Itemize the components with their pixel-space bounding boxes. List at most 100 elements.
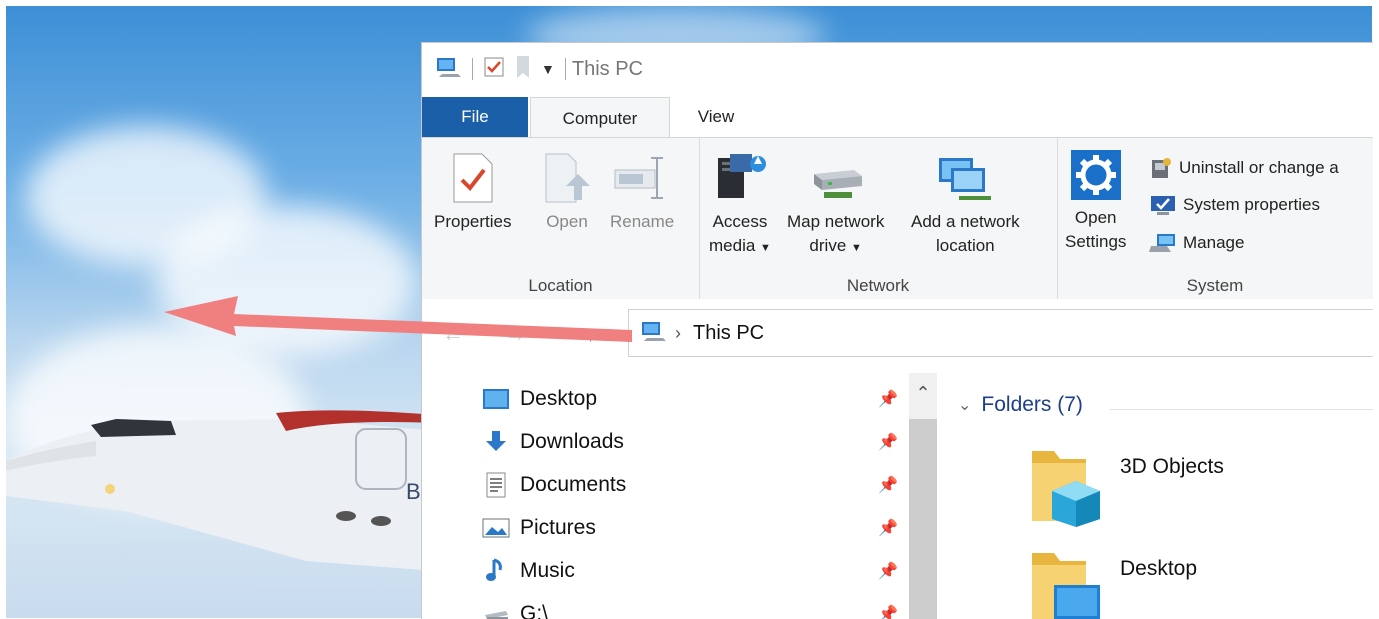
pin-icon[interactable]: 📌: [878, 561, 898, 581]
system-group-label: System: [1186, 276, 1244, 295]
add-network-location-button[interactable]: Add a network location: [911, 152, 1020, 258]
scroll-up-icon[interactable]: ⌃: [909, 373, 937, 413]
nav-item-label: Pictures: [520, 516, 596, 539]
quick-access-toolbar: ▼: [422, 55, 566, 84]
access-media-label-2: media: [709, 236, 756, 255]
pin-icon[interactable]: 📌: [878, 432, 898, 452]
folder-tile-3d-objects[interactable]: 3D Objects: [1030, 447, 1224, 527]
3d-objects-folder-icon: [1032, 451, 1100, 527]
back-forward-arrows: ← → ↑: [442, 321, 595, 347]
folders-section-title: Folders (7): [981, 393, 1083, 416]
rename-button[interactable]: Rename: [610, 152, 674, 234]
map-network-drive-label-1: Map network: [787, 212, 885, 231]
pin-icon[interactable]: 📌: [878, 475, 898, 495]
properties-check-icon[interactable]: [483, 56, 505, 83]
uninstall-icon: [1152, 158, 1171, 178]
ribbon-group-location: Properties Open Rename Location: [422, 138, 700, 300]
content-pane: ⌄ Folders (7) 3D Objects Desktop: [938, 367, 1373, 619]
add-network-location-label-2: location: [936, 236, 995, 255]
map-network-drive-label-2: drive: [809, 236, 847, 255]
open-settings-button[interactable]: Open Settings: [1065, 150, 1126, 254]
properties-button[interactable]: Properties: [434, 152, 511, 234]
properties-icon: [453, 153, 493, 203]
open-label: Open: [546, 212, 588, 231]
pin-icon[interactable]: 📌: [878, 518, 898, 538]
breadcrumb-this-pc[interactable]: This PC: [693, 322, 764, 345]
breadcrumb-chevron-icon[interactable]: ›: [675, 323, 681, 344]
forward-arrow-icon[interactable]: →: [504, 321, 526, 346]
nav-item-pictures[interactable]: Pictures 📌: [482, 508, 912, 548]
tab-file[interactable]: File: [422, 97, 528, 137]
scrollbar-thumb[interactable]: [909, 419, 937, 619]
pin-icon[interactable]: 📌: [878, 389, 898, 409]
back-arrow-icon[interactable]: ←: [442, 321, 464, 346]
nav-item-label: Music: [520, 559, 575, 582]
nav-item-g-drive[interactable]: G:\ 📌: [482, 594, 912, 619]
folder-tile-desktop[interactable]: Desktop: [1030, 549, 1197, 619]
nav-item-music[interactable]: Music 📌: [482, 551, 912, 591]
system-properties-label: System properties: [1183, 195, 1320, 214]
tab-computer[interactable]: Computer: [530, 97, 670, 139]
airplane-image: B: [6, 410, 436, 571]
section-divider: [1110, 409, 1373, 410]
pictures-icon: [482, 518, 510, 538]
rename-icon: [614, 157, 664, 199]
folders-section-header[interactable]: ⌄ Folders (7): [958, 393, 1083, 417]
nav-item-downloads[interactable]: Downloads 📌: [482, 422, 912, 462]
new-folder-icon[interactable]: [515, 55, 531, 84]
documents-icon: [486, 472, 506, 498]
folder-label: 3D Objects: [1120, 455, 1224, 478]
nav-item-label: Documents: [520, 473, 627, 496]
this-pc-icon[interactable]: [436, 56, 462, 83]
properties-label: Properties: [434, 212, 512, 231]
map-network-drive-button[interactable]: Map network drive ▼: [787, 152, 884, 260]
desktop-icon: [483, 389, 509, 409]
nav-item-documents[interactable]: Documents 📌: [482, 465, 912, 505]
ribbon-tabs: File Computer View: [422, 97, 1373, 139]
system-properties-button[interactable]: System properties: [1149, 194, 1320, 216]
access-media-label-1: Access: [712, 212, 768, 231]
title-bar: ▼ This PC: [422, 43, 1373, 95]
gear-icon: [1070, 150, 1121, 200]
folder-label: Desktop: [1120, 557, 1198, 580]
nav-item-label: Desktop: [520, 387, 598, 410]
network-group-label: Network: [846, 276, 910, 295]
map-drive-dropdown-icon: ▼: [851, 242, 862, 254]
add-network-location-label-1: Add a network: [911, 212, 1020, 231]
svg-text:B: B: [406, 479, 421, 504]
drive-icon: [485, 611, 508, 619]
access-media-dropdown-icon: ▼: [760, 242, 771, 254]
this-pc-address-icon: [641, 320, 667, 347]
manage-button[interactable]: Manage: [1149, 232, 1244, 254]
open-icon: [545, 153, 590, 203]
access-media-button[interactable]: Access media ▼: [709, 152, 771, 260]
customize-toolbar-dropdown-icon[interactable]: ▼: [541, 61, 555, 77]
nav-item-desktop[interactable]: Desktop 📌: [482, 379, 912, 419]
pin-icon[interactable]: 📌: [878, 604, 898, 619]
add-network-location-icon: [939, 158, 992, 200]
up-arrow-icon[interactable]: ↑: [586, 325, 595, 345]
network-drive-icon: [813, 170, 862, 198]
nav-item-label: G:\: [520, 602, 549, 619]
ribbon: Properties Open Rename Location Access m…: [422, 137, 1373, 301]
open-button[interactable]: Open: [542, 152, 592, 234]
uninstall-program-button[interactable]: Uninstall or change a: [1149, 156, 1339, 180]
nav-item-label: Downloads: [520, 430, 624, 453]
nav-scrollbar[interactable]: ⌃: [909, 373, 937, 619]
uninstall-label: Uninstall or change a: [1179, 158, 1339, 177]
open-settings-label-2: Settings: [1065, 232, 1127, 251]
music-icon: [486, 558, 502, 581]
navigation-pane: Desktop 📌 Downloads 📌 Documents 📌 Pictur…: [422, 367, 938, 619]
tab-view[interactable]: View: [684, 97, 748, 137]
location-group-label: Location: [528, 276, 593, 295]
access-media-icon: [717, 154, 766, 198]
downloads-icon: [486, 431, 506, 451]
window-title: This PC: [571, 57, 643, 80]
address-bar[interactable]: › This PC: [628, 309, 1373, 357]
address-bar-row: ← → ↑ › This PC: [422, 299, 1373, 367]
computer-management-icon: [1149, 234, 1175, 252]
collapse-chevron-icon[interactable]: ⌄: [958, 395, 971, 415]
ribbon-group-system: Open Settings Uninstall or change a Syst…: [1057, 138, 1373, 300]
rename-label: Rename: [610, 212, 675, 231]
ribbon-group-network: Access media ▼ Map network drive ▼ Add a…: [699, 138, 1058, 300]
